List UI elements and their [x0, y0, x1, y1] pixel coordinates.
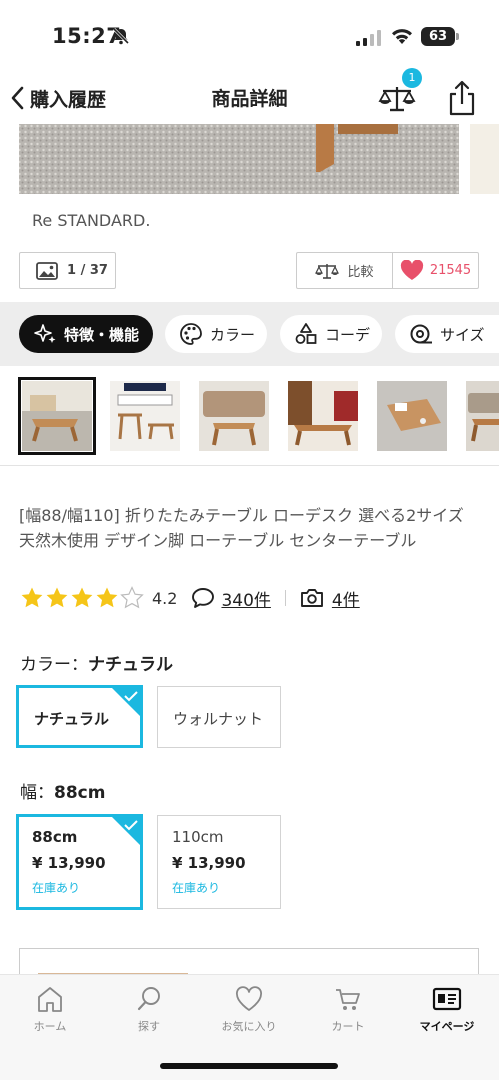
- heart-icon: [400, 260, 423, 280]
- tab-coordinate[interactable]: コーデ: [280, 315, 382, 353]
- compare-count-badge: 1: [402, 68, 422, 88]
- thumbnail-3[interactable]: [199, 381, 269, 451]
- wifi-icon: [392, 29, 412, 44]
- share-icon[interactable]: [446, 78, 478, 118]
- compare-scale-icon: [315, 263, 340, 279]
- color-option-heading: カラー：ナチュラル: [20, 650, 173, 675]
- compare-button[interactable]: 比較: [297, 253, 393, 288]
- rating-row: 4.2 340件 4件: [20, 584, 360, 612]
- comment-icon: [192, 588, 215, 608]
- signal-icon: [356, 30, 381, 46]
- page-title: 商品詳細: [211, 88, 288, 110]
- tabbar-label: カート: [331, 1020, 365, 1033]
- tabbar-favorites[interactable]: お気に入り: [209, 985, 289, 1034]
- color-option-label: カラー：: [20, 655, 88, 675]
- color-option-walnut[interactable]: ウォルナット: [157, 686, 281, 748]
- tab-label: コーデ: [325, 325, 371, 344]
- option-label: ナチュラル: [34, 710, 110, 728]
- heart-icon: [236, 986, 262, 1011]
- tape-measure-icon: [410, 324, 432, 344]
- width-option-88cm[interactable]: 88cm ¥ 13,990 在庫あり: [16, 814, 143, 910]
- option-size: 88cm: [32, 828, 78, 846]
- tabbar-search[interactable]: 探す: [109, 985, 189, 1034]
- tabbar-label: 探す: [138, 1020, 160, 1033]
- width-option-110cm[interactable]: 110cm ¥ 13,990 在庫あり: [157, 815, 281, 909]
- divider: [284, 590, 286, 606]
- thumbnail-4[interactable]: [288, 381, 358, 451]
- shapes-icon: [295, 323, 317, 344]
- battery-tip: [456, 33, 459, 40]
- star-icon: [120, 586, 144, 609]
- checkmark-icon: [112, 688, 140, 716]
- home-indicator: [160, 1063, 338, 1069]
- option-stock-status: 在庫あり: [32, 881, 81, 895]
- product-main-image[interactable]: [0, 124, 499, 196]
- palette-icon: [180, 323, 202, 345]
- thumbnail-2[interactable]: [110, 381, 180, 451]
- favorite-count: 21545: [429, 263, 472, 278]
- navigation-bar: 購入履歴 商品詳細 1: [0, 68, 499, 124]
- image-gallery-button[interactable]: 1 / 37: [19, 252, 116, 289]
- star-icon: [46, 587, 68, 608]
- home-icon: [38, 987, 62, 1012]
- thumbnail-6[interactable]: [466, 381, 499, 451]
- sparkle-icon: [34, 324, 56, 343]
- option-price: ¥ 13,990: [172, 854, 246, 872]
- cart-icon: [336, 989, 360, 1010]
- option-stock-status: 在庫あり: [172, 881, 221, 895]
- bell-off-icon: [112, 27, 130, 45]
- star-icon: [96, 587, 118, 608]
- tab-label: 特徴・機能: [64, 325, 140, 344]
- tabbar-label: お気に入り: [221, 1020, 277, 1033]
- battery-indicator: 63: [421, 27, 455, 46]
- tabbar-label: マイページ: [419, 1020, 475, 1033]
- search-icon: [137, 987, 160, 1011]
- tab-label: サイズ: [440, 325, 485, 344]
- rating-stars: [20, 586, 144, 610]
- star-icon: [21, 587, 43, 608]
- width-option-selected: 88cm: [54, 783, 106, 803]
- status-time: 15:27: [52, 24, 122, 48]
- thumbnail-5[interactable]: [377, 381, 447, 451]
- image-icon: [36, 261, 58, 280]
- action-group: 比較 21545: [296, 252, 479, 289]
- tabbar-label: ホーム: [33, 1020, 67, 1033]
- option-size: 110cm: [172, 828, 224, 846]
- member-card-icon: [432, 987, 462, 1011]
- star-icon: [71, 587, 93, 608]
- option-label: ウォルナット: [173, 710, 264, 728]
- review-count-link[interactable]: 340件: [221, 586, 270, 611]
- width-option-heading: 幅：88cm: [20, 778, 105, 803]
- tabbar-cart[interactable]: カート: [308, 985, 388, 1034]
- photo-review-count-link[interactable]: 4件: [332, 586, 360, 611]
- rating-value: 4.2: [152, 588, 178, 608]
- thumbnail-strip: [0, 366, 499, 466]
- camera-icon: [300, 589, 323, 607]
- tabbar-home[interactable]: ホーム: [10, 985, 90, 1034]
- image-count: 1 / 37: [67, 263, 108, 278]
- option-price: ¥ 13,990: [32, 854, 106, 872]
- thumbnail-1[interactable]: [18, 377, 96, 455]
- product-title: [幅88/幅110] 折りたたみテーブル ローデスク 選べる2サイズ 天然木使用…: [19, 506, 464, 550]
- compare-label: 比較: [347, 265, 374, 280]
- tabbar-mypage[interactable]: マイページ: [407, 985, 487, 1034]
- tab-label: カラー: [210, 325, 256, 344]
- tab-features[interactable]: 特徴・機能: [19, 315, 153, 353]
- feature-tab-strip: 特徴・機能 カラー コーデ サイズ: [0, 302, 499, 366]
- color-option-selected: ナチュラル: [88, 655, 173, 675]
- favorite-button[interactable]: 21545: [393, 253, 478, 288]
- brand-name[interactable]: Re STANDARD.: [32, 211, 150, 230]
- width-option-label: 幅：: [20, 783, 54, 803]
- tab-colors[interactable]: カラー: [165, 315, 267, 353]
- status-bar: 15:27 63: [0, 0, 499, 74]
- checkmark-icon: [112, 817, 140, 845]
- tab-size[interactable]: サイズ: [395, 315, 499, 353]
- color-option-natural[interactable]: ナチュラル: [16, 685, 143, 748]
